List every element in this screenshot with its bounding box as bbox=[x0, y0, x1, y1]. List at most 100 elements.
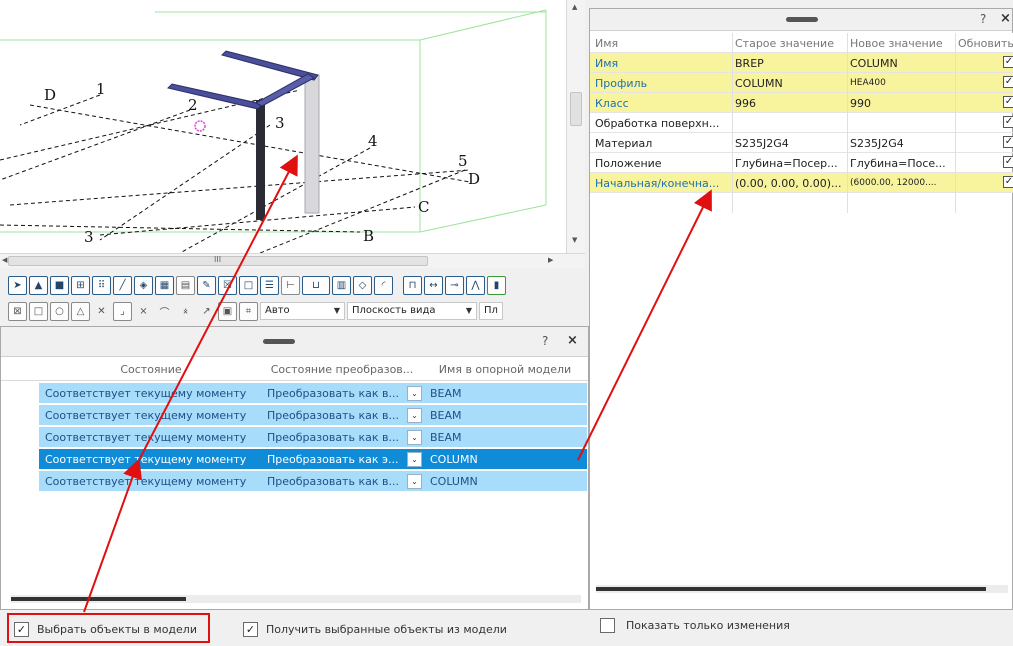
line-icon[interactable]: ╱ bbox=[113, 275, 132, 295]
column-header-update[interactable]: Обновить bbox=[958, 37, 1013, 50]
ruler-icon[interactable]: ☰ bbox=[260, 275, 279, 295]
panel-title-bar[interactable]: ? × bbox=[1, 327, 588, 357]
property-row-surface[interactable]: Обработка поверхн... ✓ bbox=[590, 113, 1013, 133]
update-checkbox[interactable]: ✓ bbox=[1003, 176, 1013, 188]
close-button[interactable]: × bbox=[567, 333, 578, 348]
model-viewport[interactable]: D 1 2 3 4 5 D C 3 B ▲ ▼ ◀ III ▶ bbox=[0, 0, 585, 268]
property-row-start-end[interactable]: Начальная/конечна... (0.00, 0.00, 0.00).… bbox=[590, 173, 1013, 193]
box-icon[interactable]: □ bbox=[29, 301, 48, 321]
x-under-icon[interactable]: ⨰ bbox=[176, 302, 195, 321]
update-checkbox[interactable]: ✓ bbox=[1003, 136, 1013, 148]
structure-model[interactable] bbox=[167, 50, 320, 220]
property-row-position[interactable]: Положение Глубина=Посер... Глубина=Посе.… bbox=[590, 153, 1013, 173]
hatch-icon[interactable]: ▤ bbox=[176, 275, 195, 295]
show-changes-only-label[interactable]: Показать только изменения bbox=[626, 619, 790, 632]
square-icon[interactable]: ■ bbox=[50, 275, 69, 295]
table-row[interactable]: Соответствует текущему моменту Преобразо… bbox=[39, 427, 587, 448]
chevron-down-icon[interactable]: ⌄ bbox=[407, 430, 422, 445]
column-header-state[interactable]: Состояние bbox=[41, 363, 261, 376]
property-row-material[interactable]: Материал S235J2G4 S235J2G4 ✓ bbox=[590, 133, 1013, 153]
property-old: COLUMN bbox=[735, 77, 783, 90]
chevron-down-icon[interactable]: ⌄ bbox=[407, 386, 422, 401]
update-checkbox[interactable]: ✓ bbox=[1003, 76, 1013, 88]
square-filled-icon[interactable]: ▣ bbox=[218, 301, 237, 321]
table-row[interactable]: Соответствует текущему моменту Преобразо… bbox=[39, 405, 587, 426]
chain-icon[interactable]: ⊸ bbox=[445, 275, 464, 295]
view-plane-combo[interactable]: Плоскость вида ▼ bbox=[347, 302, 477, 320]
arrow-icon[interactable]: ↗ bbox=[197, 302, 216, 321]
reference-objects-panel: ? × Состояние Состояние преобразов... Им… bbox=[0, 326, 589, 610]
table-icon[interactable]: ▦ bbox=[155, 275, 174, 295]
viewport-vertical-scrollbar[interactable]: ▲ ▼ bbox=[566, 0, 585, 253]
show-changes-only-checkbox[interactable] bbox=[600, 618, 615, 633]
table-row[interactable]: Соответствует текущему моменту Преобразо… bbox=[39, 383, 587, 404]
column-header-name[interactable]: Имя bbox=[595, 37, 732, 50]
column-header-conversion[interactable]: Состояние преобразов... bbox=[263, 363, 421, 376]
help-button[interactable]: ? bbox=[542, 334, 548, 348]
box-x-icon[interactable]: ⊠ bbox=[8, 301, 27, 321]
viewport-hscroll-thumb[interactable]: III bbox=[8, 255, 428, 266]
x-box-icon[interactable]: ☒ bbox=[218, 275, 237, 295]
peak-icon[interactable]: ⋀ bbox=[466, 275, 485, 295]
scroll-right-icon[interactable]: ▶ bbox=[548, 256, 553, 264]
curve-icon[interactable]: ◇ bbox=[353, 275, 372, 295]
scroll-up-icon[interactable]: ▲ bbox=[572, 3, 577, 11]
link-icon[interactable]: ↔ bbox=[424, 275, 443, 295]
column-header-old[interactable]: Старое значение bbox=[735, 37, 845, 50]
solid-icon[interactable]: ▲ bbox=[29, 275, 48, 295]
property-name: Обработка поверхн... bbox=[595, 117, 720, 130]
table-row-selected[interactable]: Соответствует текущему моменту Преобразо… bbox=[39, 449, 587, 470]
property-row-class[interactable]: Класс 996 990 ✓ bbox=[590, 93, 1013, 113]
circle-icon[interactable]: ○ bbox=[50, 301, 69, 321]
scroll-left-icon[interactable]: ◀ bbox=[2, 256, 7, 264]
pointer-icon[interactable]: ➤ bbox=[8, 275, 27, 295]
property-new: 990 bbox=[850, 97, 871, 110]
cube-icon[interactable]: ◈ bbox=[134, 275, 153, 295]
chevron-down-icon[interactable]: ⌄ bbox=[407, 452, 422, 467]
triangle-icon[interactable]: △ bbox=[71, 301, 90, 321]
model-scene[interactable]: D 1 2 3 4 5 D C 3 B bbox=[0, 0, 566, 253]
viewport-vscroll-thumb[interactable] bbox=[570, 92, 582, 126]
arc-icon[interactable]: ◜ bbox=[374, 275, 393, 295]
snap-mode-combo[interactable]: Авто ▼ bbox=[260, 302, 345, 320]
panel-icon[interactable]: □ bbox=[239, 275, 258, 295]
layer-icon[interactable]: ⊔ bbox=[302, 275, 330, 295]
right-scroll-thumb[interactable] bbox=[596, 587, 986, 591]
column-header-name[interactable]: Имя в опорной модели bbox=[425, 363, 585, 376]
left-panel-scrollbar[interactable] bbox=[11, 595, 581, 603]
snap-icon[interactable]: ⠿ bbox=[92, 275, 111, 295]
help-button[interactable]: ? bbox=[980, 12, 986, 26]
get-selected-checkbox[interactable]: ✓ bbox=[243, 622, 258, 637]
chevron-down-icon[interactable]: ⌄ bbox=[407, 408, 422, 423]
frame-icon[interactable]: ⊓ bbox=[403, 275, 422, 295]
property-row-name[interactable]: Имя BREP COLUMN ✓ bbox=[590, 53, 1013, 73]
close-button[interactable]: × bbox=[1000, 11, 1011, 26]
property-row-profile[interactable]: Профиль COLUMN HEA400 ✓ bbox=[590, 73, 1013, 93]
update-checkbox[interactable]: ✓ bbox=[1003, 56, 1013, 68]
rect-icon[interactable]: ⊢ bbox=[281, 275, 300, 295]
drag-grip-icon[interactable] bbox=[786, 17, 818, 22]
panel-title-bar[interactable]: ? × bbox=[590, 9, 1012, 31]
corner-icon[interactable]: ⌟ bbox=[113, 301, 132, 321]
wave-icon[interactable]: ⌒ bbox=[155, 302, 174, 321]
right-panel-scrollbar[interactable] bbox=[596, 585, 1008, 593]
column-header-new[interactable]: Новое значение bbox=[850, 37, 955, 50]
x-mark-icon[interactable]: ⨯ bbox=[134, 302, 153, 321]
chevron-down-icon[interactable]: ⌄ bbox=[407, 474, 422, 489]
update-checkbox[interactable]: ✓ bbox=[1003, 116, 1013, 128]
scroll-down-icon[interactable]: ▼ bbox=[572, 236, 577, 244]
left-scroll-thumb[interactable] bbox=[11, 597, 186, 601]
table-row[interactable]: Соответствует текущему моменту Преобразо… bbox=[39, 471, 587, 492]
eye-icon[interactable]: ▥ bbox=[332, 275, 351, 295]
green-tool-icon[interactable]: ▮ bbox=[487, 275, 506, 295]
grid-icon[interactable]: ⊞ bbox=[71, 275, 90, 295]
x-icon[interactable]: ✕ bbox=[92, 302, 111, 321]
update-checkbox[interactable]: ✓ bbox=[1003, 96, 1013, 108]
viewport-horizontal-scrollbar[interactable]: ◀ III ▶ bbox=[0, 253, 585, 268]
get-selected-label[interactable]: Получить выбранные объекты из модели bbox=[266, 623, 507, 636]
pencil-icon[interactable]: ✎ bbox=[197, 275, 216, 295]
grid-box-icon[interactable]: ⌗ bbox=[239, 301, 258, 321]
extra-combo[interactable]: Пл bbox=[479, 302, 503, 320]
update-checkbox[interactable]: ✓ bbox=[1003, 156, 1013, 168]
drag-grip-icon[interactable] bbox=[263, 339, 295, 344]
